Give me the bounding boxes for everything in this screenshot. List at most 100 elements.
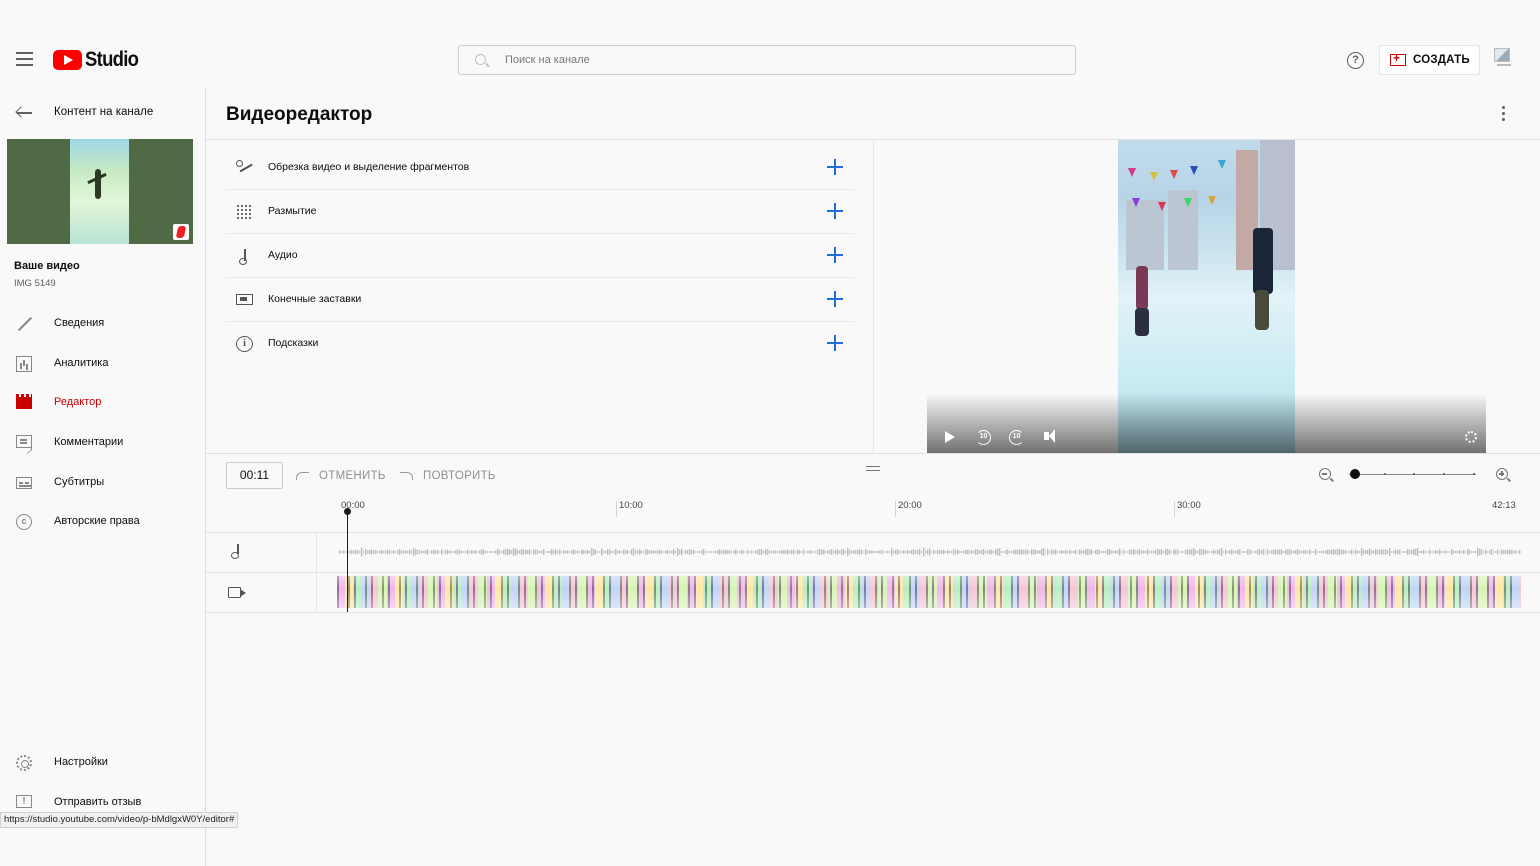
waveform-bar (787, 549, 789, 555)
waveform-bar (447, 549, 449, 555)
waveform-bar (1195, 550, 1197, 554)
waveform-bar (641, 550, 643, 554)
waveform-bar (1189, 549, 1191, 555)
waveform-bar (869, 550, 871, 554)
waveform-bar (1463, 549, 1465, 555)
waveform-bar (451, 551, 453, 553)
search-box[interactable] (458, 45, 1076, 75)
sidebar-item-analytics[interactable]: Аналитика (0, 346, 205, 382)
zoom-step-dot (1413, 473, 1415, 475)
waveform-bar (939, 550, 941, 554)
zoom-step-dot (1384, 473, 1386, 475)
waveform-bar (505, 549, 507, 555)
waveform-bar (453, 551, 455, 553)
waveform-bar (1099, 550, 1101, 554)
audio-waveform[interactable] (339, 542, 1521, 562)
tool-row-audio[interactable]: Аудио (226, 234, 854, 278)
zoom-in-icon[interactable] (1496, 468, 1511, 482)
waveform-bar (553, 550, 555, 554)
waveform-bar (1169, 549, 1171, 555)
back-arrow-icon (17, 112, 32, 114)
waveform-bar (1119, 548, 1121, 556)
sidebar-item-subtitles[interactable]: Субтитры (0, 465, 205, 501)
tool-label: Подсказки (268, 337, 319, 349)
waveform-bar (339, 550, 341, 554)
add-trim-icon[interactable] (827, 159, 843, 175)
player-settings-icon[interactable] (1465, 431, 1477, 443)
waveform-bar (439, 551, 441, 553)
help-icon[interactable]: ? (1347, 52, 1364, 69)
waveform-bar (775, 550, 777, 554)
waveform-bar (1285, 549, 1287, 555)
zoom-out-icon[interactable] (1319, 468, 1334, 482)
tool-row-cards[interactable]: i Подсказки (226, 322, 854, 366)
waveform-bar (685, 549, 687, 555)
ruler-tick-label: 10:00 (619, 500, 643, 511)
waveform-bar (637, 550, 639, 554)
current-time-field[interactable]: 00:11 (226, 462, 283, 489)
waveform-bar (577, 550, 579, 554)
waveform-bar (569, 551, 571, 553)
waveform-bar (449, 550, 451, 554)
waveform-bar (461, 550, 463, 554)
youtube-studio-logo[interactable]: Studio (53, 48, 146, 71)
account-avatar[interactable] (1494, 48, 1516, 72)
redo-button[interactable]: ПОВТОРИТЬ (400, 462, 496, 489)
tool-row-trim[interactable]: Обрезка видео и выделение фрагментов (226, 146, 854, 190)
waveform-bar (393, 550, 395, 554)
waveform-bar (425, 549, 427, 555)
waveform-bar (715, 550, 717, 554)
forward-10-icon[interactable]: 10 (1009, 430, 1024, 445)
sidebar-item-settings[interactable]: Настройки (0, 745, 205, 781)
more-options-icon[interactable] (1496, 105, 1512, 123)
tool-row-end-screens[interactable]: Конечные заставки (226, 278, 854, 322)
waveform-bar (1267, 549, 1269, 555)
play-icon[interactable] (945, 431, 955, 443)
video-preview-player[interactable]: 10 10 (927, 140, 1486, 453)
waveform-bar (571, 550, 573, 554)
waveform-bar (769, 550, 771, 554)
sidebar-item-comments[interactable]: Комментарии (0, 425, 205, 461)
waveform-bar (1137, 549, 1139, 555)
back-to-content-link[interactable]: Контент на канале (0, 88, 205, 138)
search-input[interactable] (505, 46, 1065, 74)
waveform-bar (1071, 550, 1073, 554)
waveform-bar (1185, 549, 1187, 555)
waveform-bar (921, 551, 923, 553)
back-label: Контент на канале (54, 106, 154, 118)
waveform-bar (779, 550, 781, 554)
waveform-bar (713, 551, 715, 553)
waveform-bar (475, 550, 477, 554)
waveform-bar (969, 550, 971, 554)
video-thumbnail[interactable] (7, 139, 193, 244)
sidebar-item-details[interactable]: Сведения (0, 306, 205, 342)
timeline-resize-handle[interactable] (866, 466, 880, 471)
add-end-screen-icon[interactable] (827, 291, 843, 307)
waveform-bar (1201, 549, 1203, 555)
video-filmstrip[interactable] (337, 576, 1521, 608)
waveform-bar (973, 550, 975, 554)
playhead[interactable] (344, 508, 351, 612)
waveform-bar (1473, 551, 1475, 553)
sidebar-item-editor[interactable]: Редактор (0, 385, 205, 421)
sidebar-item-copyright[interactable]: c Авторские права (0, 504, 205, 540)
volume-icon[interactable] (1044, 429, 1055, 443)
ruler-tick-label: 42:13 (1492, 500, 1516, 511)
menu-icon[interactable] (16, 52, 33, 66)
waveform-bar (387, 549, 389, 555)
waveform-bar (391, 551, 393, 553)
waveform-bar (501, 551, 503, 553)
tool-row-blur[interactable]: Размытие (226, 190, 854, 234)
add-audio-icon[interactable] (827, 247, 843, 263)
waveform-bar (721, 550, 723, 554)
waveform-bar (1515, 550, 1517, 554)
add-blur-icon[interactable] (827, 203, 843, 219)
waveform-bar (1061, 550, 1063, 554)
create-button[interactable]: СОЗДАТЬ (1379, 45, 1480, 75)
waveform-bar (611, 550, 613, 554)
zoom-slider-knob[interactable] (1350, 469, 1360, 479)
add-card-icon[interactable] (827, 335, 843, 351)
rewind-10-icon[interactable]: 10 (976, 430, 991, 445)
undo-button[interactable]: ОТМЕНИТЬ (296, 462, 386, 489)
waveform-bar (1179, 551, 1181, 553)
